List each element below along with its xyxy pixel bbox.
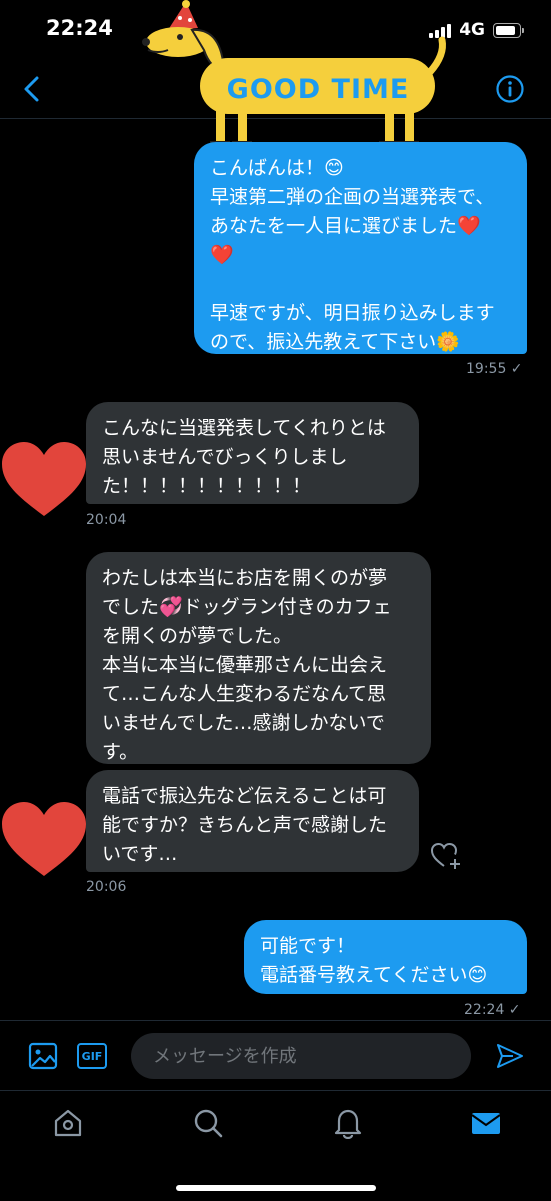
image-icon[interactable]	[28, 1041, 58, 1071]
message-incoming[interactable]: こんなに当選発表してくれりとは 思いませんでびっくりしまし た！！！！！！！！！…	[86, 402, 419, 504]
heart-reaction-icon	[2, 802, 86, 876]
dog-sticker-image: GOOD TIME	[142, 0, 446, 143]
message-input[interactable]	[131, 1033, 471, 1079]
home-indicator	[176, 1185, 376, 1191]
network-type: 4G	[459, 20, 485, 40]
message-incoming[interactable]: わたしは本当にお店を開くのが夢 でした💞ドッグラン付きのカフェ を開くのが夢でし…	[86, 552, 431, 764]
notifications-bell-icon[interactable]	[332, 1107, 364, 1139]
add-reaction-icon[interactable]	[430, 841, 462, 871]
message-timestamp: 20:04	[86, 512, 127, 528]
battery-icon	[493, 22, 524, 38]
info-icon[interactable]	[495, 74, 525, 104]
sticker-text: GOOD TIME	[227, 74, 410, 105]
message-timestamp: 19:55 ✓	[466, 361, 523, 377]
battery-level	[496, 25, 515, 35]
status-time: 22:24	[46, 16, 113, 40]
heart-reaction-icon	[2, 442, 86, 516]
message-outgoing[interactable]: 可能です！ 電話番号教えてください😊	[244, 920, 527, 994]
message-outgoing[interactable]: こんばんは！😊 早速第二弾の企画の当選発表で、 あなたを一人目に選びました❤️ …	[194, 142, 527, 354]
bottom-tab-bar	[0, 1090, 551, 1201]
compose-bar: GIF	[0, 1020, 551, 1091]
message-timestamp: 22:24 ✓	[464, 1002, 521, 1018]
message-incoming[interactable]: 電話で振込先など伝えることは可 能ですか？きちんと声で感謝した いです…	[86, 770, 419, 872]
gif-button[interactable]: GIF	[77, 1043, 107, 1069]
home-icon[interactable]	[52, 1107, 84, 1139]
message-timestamp: 20:06	[86, 879, 127, 895]
send-icon[interactable]	[495, 1041, 525, 1071]
messages-envelope-icon[interactable]	[470, 1107, 502, 1139]
back-arrow-icon[interactable]	[18, 74, 46, 104]
search-icon[interactable]	[192, 1107, 224, 1139]
